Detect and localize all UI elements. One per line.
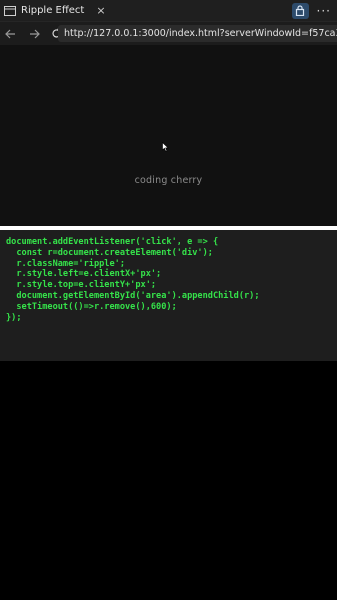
tab-close-button[interactable]: × bbox=[96, 4, 105, 17]
tab-window-icon bbox=[4, 5, 16, 16]
code-line: r.className='ripple'; bbox=[6, 258, 125, 269]
address-bar: http://127.0.0.1:3000/index.html?serverW… bbox=[0, 22, 337, 45]
code-line: }); bbox=[6, 312, 22, 323]
forward-arrow-icon[interactable] bbox=[24, 24, 44, 44]
mouse-cursor-icon bbox=[162, 137, 169, 156]
code-line: r.style.left=e.clientX+'px'; bbox=[6, 269, 162, 280]
code-line: document.addEventListener('click', e => … bbox=[6, 237, 219, 247]
code-line: const r=document.createElement('div'); bbox=[6, 247, 213, 258]
title-bar: Ripple Effect × ··· bbox=[0, 0, 337, 22]
code-line: document.getElementById('area').appendCh… bbox=[6, 290, 260, 301]
code-line: setTimeout(()=>r.remove(),600); bbox=[6, 301, 177, 312]
demo-area[interactable]: coding cherry bbox=[0, 45, 337, 226]
code-line: r.style.top=e.clientY+'px'; bbox=[6, 280, 157, 291]
lock-icon[interactable] bbox=[291, 2, 309, 19]
back-arrow-icon[interactable] bbox=[0, 24, 20, 44]
brand-text: coding cherry bbox=[134, 175, 203, 186]
url-field[interactable]: http://127.0.0.1:3000/index.html?serverW… bbox=[58, 25, 337, 42]
empty-area bbox=[0, 361, 337, 600]
more-options-button[interactable]: ··· bbox=[317, 4, 331, 18]
tab-title[interactable]: Ripple Effect bbox=[21, 5, 84, 16]
code-panel: document.addEventListener('click', e => … bbox=[0, 230, 337, 361]
